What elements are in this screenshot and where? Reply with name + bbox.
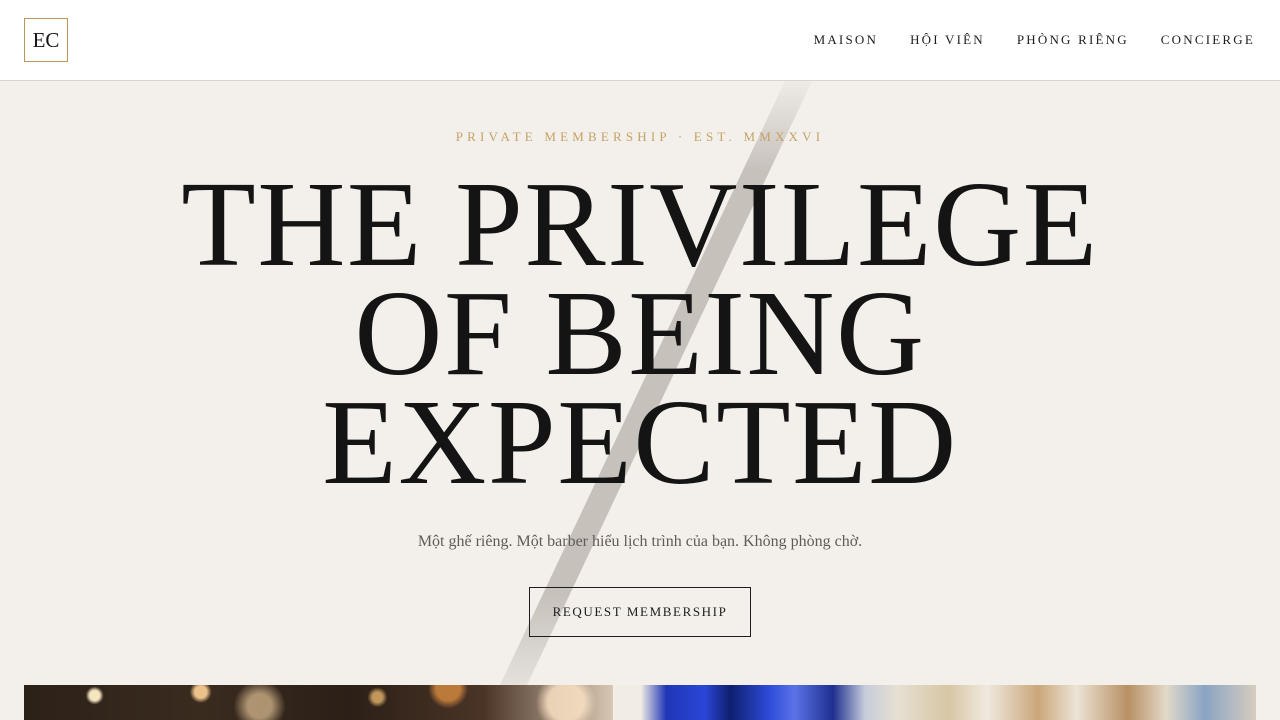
hero-subtitle: Một ghế riêng. Một barber hiểu lịch trìn… — [417, 533, 863, 550]
headline-line-3: EXPECTED — [322, 375, 958, 510]
nav-link-maison[interactable]: MAISON — [814, 32, 878, 48]
image-gallery — [24, 685, 1256, 720]
hero-headline: THE PRIVILEGE OF BEING EXPECTED — [0, 157, 1280, 510]
gallery-photo-interior — [615, 685, 1256, 720]
request-membership-button[interactable]: REQUEST MEMBERSHIP — [529, 587, 751, 637]
logo-mark[interactable]: EC — [24, 18, 68, 62]
headline-line-1: THE PRIVILEGE — [181, 157, 1099, 292]
main-nav: MAISON HỘI VIÊN PHÒNG RIÊNG CONCIERGE — [814, 32, 1255, 48]
logo-text: EC — [32, 27, 60, 52]
gallery-photo-bokeh — [24, 685, 613, 720]
hero-eyebrow: PRIVATE MEMBERSHIP · EST. MMXXVI — [455, 129, 825, 144]
nav-link-concierge[interactable]: CONCIERGE — [1161, 32, 1255, 48]
headline-line-2: OF BEING — [354, 266, 926, 401]
hero-section: PRIVATE MEMBERSHIP · EST. MMXXVI THE PRI… — [0, 81, 1280, 685]
site-header: EC MAISON HỘI VIÊN PHÒNG RIÊNG CONCIERGE — [0, 0, 1280, 81]
nav-link-phong-rieng[interactable]: PHÒNG RIÊNG — [1017, 32, 1129, 48]
nav-link-hoi-vien[interactable]: HỘI VIÊN — [910, 32, 985, 48]
